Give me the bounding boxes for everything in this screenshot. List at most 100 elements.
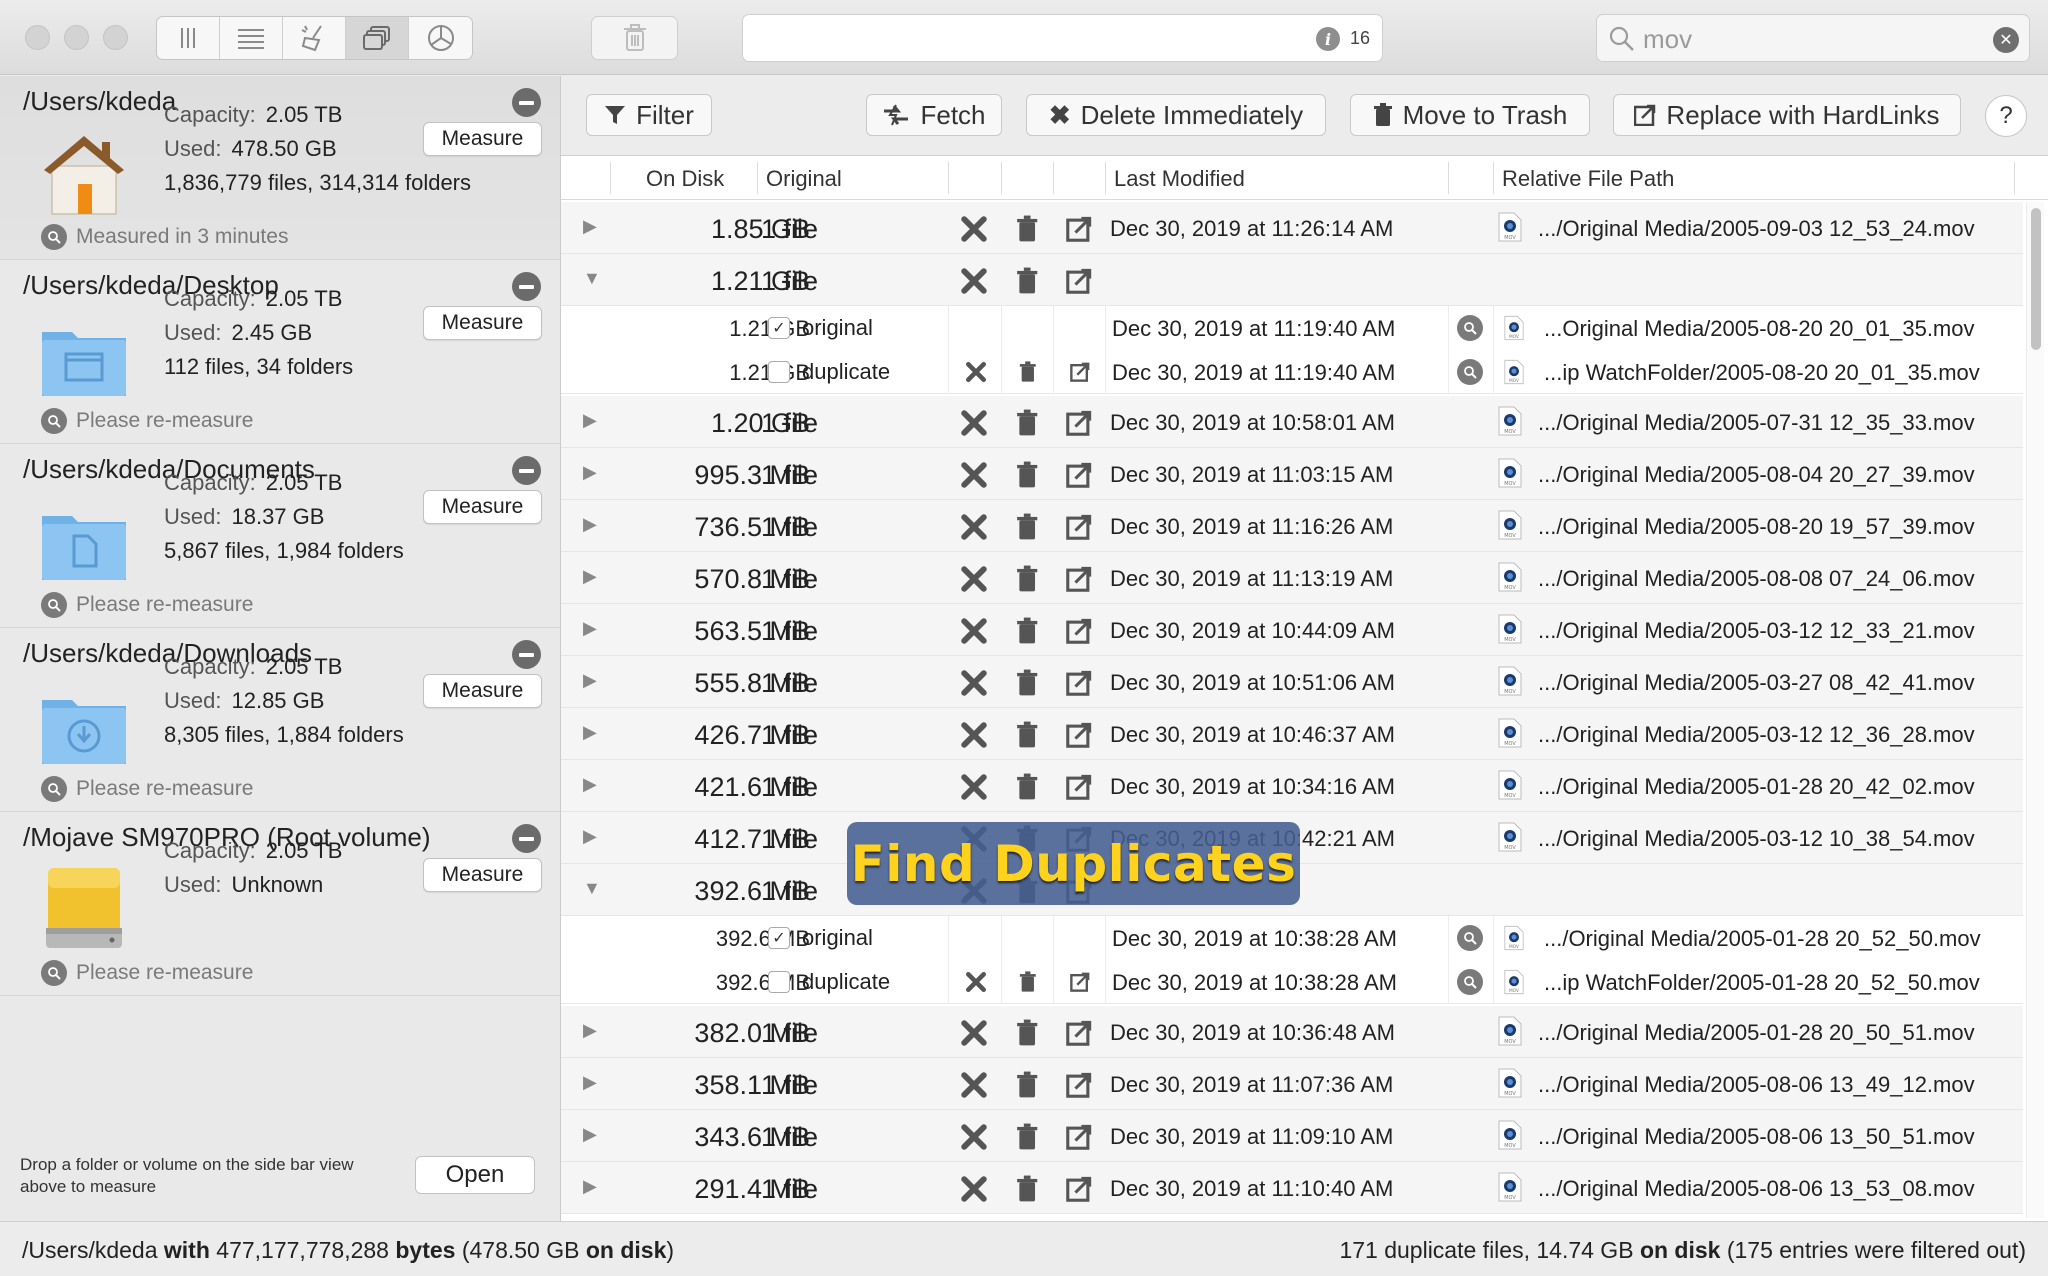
trash-icon[interactable]	[1012, 408, 1042, 438]
trash-icon[interactable]	[1012, 460, 1042, 490]
hardlink-icon[interactable]	[1064, 266, 1094, 296]
delete-x-icon[interactable]	[959, 616, 989, 646]
checkbox-checked[interactable]: ✓	[768, 317, 790, 339]
disclosure-closed-icon[interactable]: ▶	[583, 722, 597, 743]
hardlink-icon[interactable]	[1064, 668, 1094, 698]
disclosure-closed-icon[interactable]: ▶	[583, 826, 597, 847]
delete-x-icon[interactable]	[959, 1122, 989, 1152]
disclosure-closed-icon[interactable]: ▶	[583, 1072, 597, 1093]
open-button[interactable]: Open	[415, 1156, 535, 1194]
zoom-window-button[interactable]	[103, 25, 128, 50]
hardlink-icon[interactable]	[1064, 616, 1094, 646]
delete-x-icon[interactable]	[959, 720, 989, 750]
trash-icon[interactable]	[1012, 720, 1042, 750]
disclosure-closed-icon[interactable]: ▶	[583, 670, 597, 691]
delete-x-icon[interactable]	[959, 564, 989, 594]
remove-volume-icon[interactable]	[512, 640, 541, 669]
vertical-scrollbar[interactable]	[2026, 202, 2044, 1218]
list-item[interactable]: 1.21 GB ✓ original Dec 30, 2019 at 11:19:40…	[561, 306, 2023, 350]
minimize-window-button[interactable]	[64, 25, 89, 50]
hardlink-icon[interactable]	[1064, 1070, 1094, 1100]
delete-x-icon[interactable]	[959, 512, 989, 542]
sidebar-item-downloads[interactable]: /Users/kdeda/Downloads Capacity: 2.05 TB …	[0, 628, 560, 812]
disclosure-closed-icon[interactable]: ▶	[583, 774, 597, 795]
disclosure-closed-icon[interactable]: ▶	[583, 216, 597, 237]
measure-button[interactable]: Measure	[423, 122, 542, 156]
trash-icon[interactable]	[1012, 772, 1042, 802]
measure-button[interactable]: Measure	[423, 674, 542, 708]
disclosure-closed-icon[interactable]: ▶	[583, 1176, 597, 1197]
remove-volume-icon[interactable]	[512, 88, 541, 117]
header-on-disk[interactable]: On Disk	[646, 166, 724, 192]
original-toggle[interactable]: ✓ original	[768, 925, 873, 951]
hardlink-icon[interactable]	[1064, 1122, 1094, 1152]
delete-x-icon[interactable]	[959, 408, 989, 438]
delete-x-icon[interactable]	[964, 360, 988, 384]
disclosure-closed-icon[interactable]: ▶	[583, 462, 597, 483]
columns-view-button[interactable]	[157, 17, 220, 59]
clear-search-icon[interactable]: ✕	[1993, 27, 2019, 53]
table-row[interactable]: ▶ 421.6 MB 1 file Dec 30, 2019 at 10:34:16 …	[561, 760, 2023, 812]
hardlink-icon[interactable]	[1064, 512, 1094, 542]
table-row[interactable]: ▶ 358.1 MB 1 file Dec 30, 2019 at 11:07:36 …	[561, 1058, 2023, 1110]
disclosure-closed-icon[interactable]: ▶	[583, 410, 597, 431]
header-original[interactable]: Original	[766, 166, 842, 192]
pie-view-button[interactable]	[409, 17, 472, 59]
sweep-view-button[interactable]	[283, 17, 346, 59]
activity-status-field[interactable]: i 16	[742, 14, 1383, 62]
sidebar-item-users-kdeda[interactable]: /Users/kdeda Capacity: 2.05 TB Used: 478.5…	[0, 76, 560, 260]
hardlink-icon[interactable]	[1064, 772, 1094, 802]
hardlink-icon[interactable]	[1064, 1174, 1094, 1204]
search-field[interactable]: ✕	[1596, 14, 2030, 62]
close-window-button[interactable]	[25, 25, 50, 50]
measure-button[interactable]: Measure	[423, 858, 542, 892]
reveal-magnifier-icon[interactable]	[1457, 359, 1483, 385]
list-item[interactable]: 1.21 GB duplicate Dec 30, 2019 at 11:19:40…	[561, 350, 2023, 394]
hardlink-icon[interactable]	[1068, 970, 1092, 994]
delete-x-icon[interactable]	[959, 1018, 989, 1048]
table-row[interactable]: ▶ 426.7 MB 1 file Dec 30, 2019 at 10:46:37 …	[561, 708, 2023, 760]
trash-icon[interactable]	[1012, 1122, 1042, 1152]
table-row[interactable]: ▶ 570.8 MB 1 file Dec 30, 2019 at 11:13:19 …	[561, 552, 2023, 604]
original-toggle[interactable]: duplicate	[768, 969, 890, 995]
disclosure-closed-icon[interactable]: ▶	[583, 1124, 597, 1145]
scroll-thumb[interactable]	[2031, 208, 2041, 350]
trash-icon[interactable]	[1016, 970, 1040, 994]
hardlink-icon[interactable]	[1064, 214, 1094, 244]
original-toggle[interactable]: duplicate	[768, 359, 890, 385]
trash-icon[interactable]	[1016, 360, 1040, 384]
disclosure-open-icon[interactable]: ▼	[583, 878, 601, 899]
checkbox-unchecked[interactable]	[768, 971, 790, 993]
delete-x-icon[interactable]	[959, 668, 989, 698]
trash-icon[interactable]	[1012, 214, 1042, 244]
delete-x-icon[interactable]	[959, 1070, 989, 1100]
trash-icon[interactable]	[1012, 616, 1042, 646]
delete-x-icon[interactable]	[964, 970, 988, 994]
table-row[interactable]: ▶ 382.0 MB 1 file Dec 30, 2019 at 10:36:48 …	[561, 1006, 2023, 1058]
table-row[interactable]: ▼ 1.21 GB 1 file	[561, 254, 2023, 306]
table-row[interactable]: ▶ 343.6 MB 1 file Dec 30, 2019 at 11:09:10 …	[561, 1110, 2023, 1162]
table-row[interactable]: ▶ 291.4 MB 1 file Dec 30, 2019 at 11:10:40 …	[561, 1162, 2023, 1214]
trash-icon[interactable]	[1012, 1174, 1042, 1204]
checkbox-checked[interactable]: ✓	[768, 927, 790, 949]
table-row[interactable]: ▶ 1.20 GB 1 file Dec 30, 2019 at 10:58:01 A…	[561, 396, 2023, 448]
reveal-magnifier-icon[interactable]	[1457, 925, 1483, 951]
delete-immediately-button[interactable]: ✖ Delete Immediately	[1026, 94, 1326, 136]
magnifier-icon[interactable]	[41, 960, 67, 986]
table-row[interactable]: ▶ 563.5 MB 1 file Dec 30, 2019 at 10:44:09 …	[561, 604, 2023, 656]
delete-x-icon[interactable]	[959, 1174, 989, 1204]
disclosure-open-icon[interactable]: ▼	[583, 268, 601, 289]
header-relative-path[interactable]: Relative File Path	[1502, 166, 1674, 192]
trash-icon[interactable]	[1012, 564, 1042, 594]
hardlink-icon[interactable]	[1064, 720, 1094, 750]
header-last-modified[interactable]: Last Modified	[1114, 166, 1245, 192]
filter-button[interactable]: Filter	[586, 94, 712, 136]
disclosure-closed-icon[interactable]: ▶	[583, 1020, 597, 1041]
disclosure-closed-icon[interactable]: ▶	[583, 514, 597, 535]
magnifier-icon[interactable]	[41, 592, 67, 618]
remove-volume-icon[interactable]	[512, 272, 541, 301]
help-button[interactable]: ?	[1985, 95, 2027, 137]
delete-x-icon[interactable]	[959, 266, 989, 296]
magnifier-icon[interactable]	[41, 776, 67, 802]
list-item[interactable]: 392.6 MB ✓ original Dec 30, 2019 at 10:38:2…	[561, 916, 2023, 960]
